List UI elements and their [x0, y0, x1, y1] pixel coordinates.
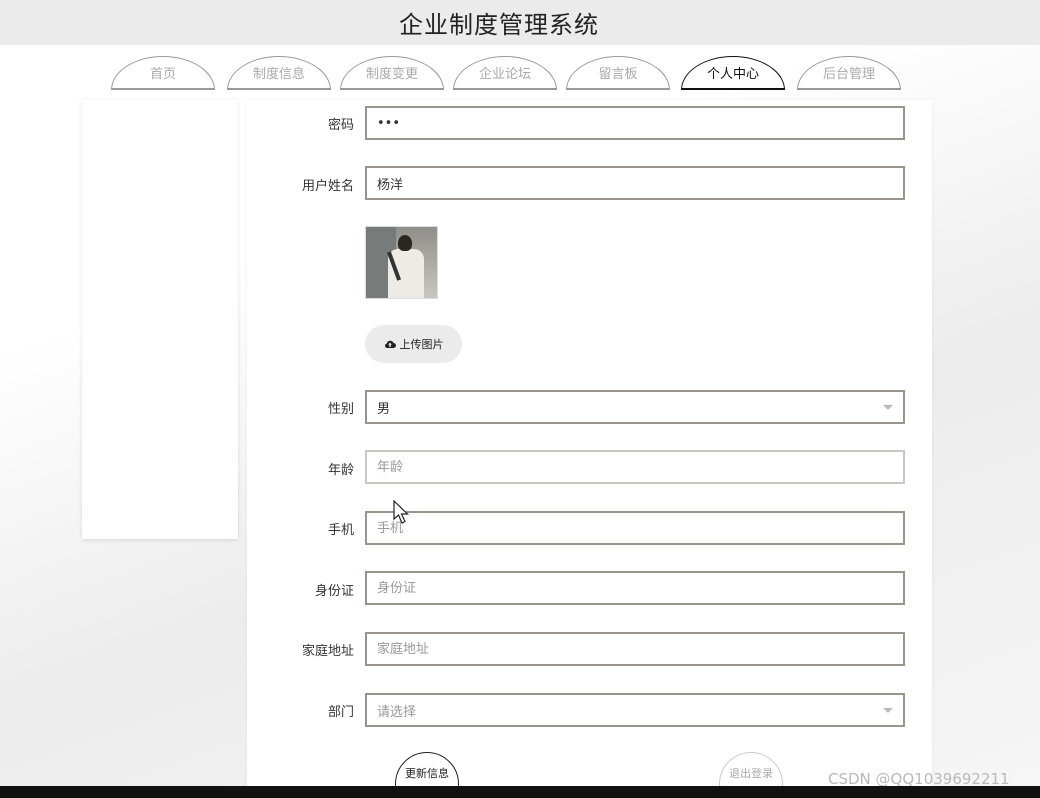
- gender-select[interactable]: 男: [365, 390, 905, 424]
- password-value: •••: [377, 115, 401, 131]
- age-field[interactable]: [365, 450, 905, 484]
- gender-value: 男: [377, 401, 391, 417]
- password-field[interactable]: •••: [365, 106, 905, 140]
- name-value: 杨洋: [377, 177, 404, 193]
- department-placeholder: 请选择: [377, 704, 417, 720]
- address-field[interactable]: [365, 632, 905, 666]
- bottom-bar: [0, 786, 1040, 798]
- id-card-field[interactable]: [365, 571, 905, 605]
- tab-home[interactable]: 首页: [111, 56, 215, 90]
- main-nav: 首页 制度信息 制度变更 企业论坛 留言板 个人中心 后台管理: [111, 56, 911, 90]
- logout-label: 退出登录: [729, 767, 773, 780]
- phone-label: 手机: [327, 523, 354, 538]
- age-label: 年龄: [327, 463, 354, 478]
- department-label: 部门: [327, 705, 354, 720]
- app-title: 企业制度管理系统: [399, 11, 599, 39]
- upload-image-button[interactable]: 上传图片: [365, 325, 462, 363]
- name-field[interactable]: 杨洋: [365, 166, 905, 200]
- name-label: 用户姓名: [301, 179, 354, 194]
- cloud-upload-icon: [384, 340, 396, 348]
- password-label: 密码: [327, 118, 354, 133]
- upload-label: 上传图片: [399, 338, 444, 351]
- mouse-cursor-icon: [393, 500, 409, 524]
- update-info-label: 更新信息: [405, 767, 449, 780]
- profile-form-panel: 密码 ••• 用户姓名 杨洋 上传图片 性别 男 年龄 手机 身份证 家庭地址: [247, 100, 932, 798]
- avatar-image: [365, 226, 438, 299]
- app-header: 企业制度管理系统: [0, 0, 1040, 45]
- tab-policy-change[interactable]: 制度变更: [340, 56, 444, 90]
- gender-label: 性别: [327, 402, 354, 417]
- chevron-down-icon: [883, 708, 893, 713]
- tab-admin[interactable]: 后台管理: [797, 56, 901, 90]
- phone-field[interactable]: [365, 511, 905, 545]
- address-label: 家庭地址: [301, 644, 354, 659]
- tab-forum[interactable]: 企业论坛: [453, 56, 557, 90]
- tab-policy-info[interactable]: 制度信息: [227, 56, 331, 90]
- address-input[interactable]: [377, 641, 893, 657]
- chevron-down-icon: [883, 405, 893, 410]
- phone-input[interactable]: [377, 520, 893, 536]
- id-card-label: 身份证: [314, 584, 354, 599]
- tab-message-board[interactable]: 留言板: [566, 56, 670, 90]
- sidebar-panel: [82, 100, 238, 539]
- id-card-input[interactable]: [377, 580, 893, 596]
- tab-personal-center[interactable]: 个人中心: [681, 56, 785, 90]
- age-input[interactable]: [377, 459, 893, 475]
- department-select[interactable]: 请选择: [365, 693, 905, 727]
